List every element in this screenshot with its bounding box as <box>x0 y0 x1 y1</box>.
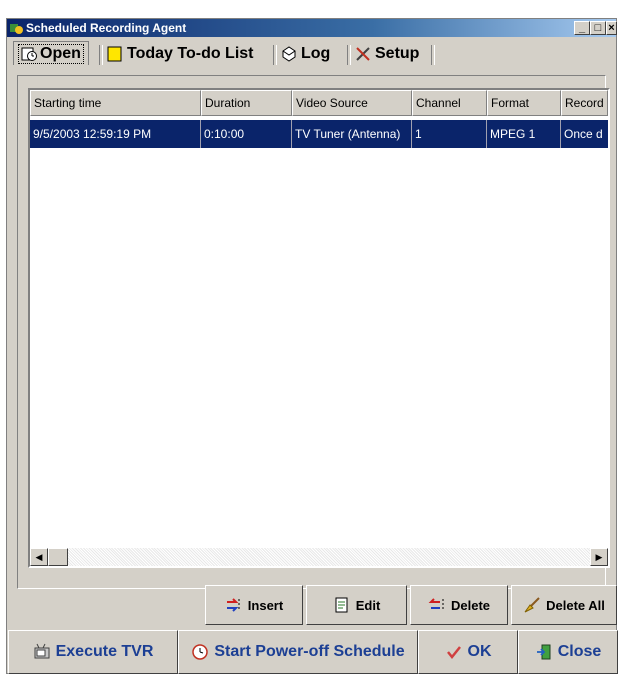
checkmark-icon <box>446 646 461 660</box>
delete-label: Delete <box>450 597 491 613</box>
broom-icon <box>524 597 540 613</box>
cell-format: MPEG 1 <box>487 120 561 148</box>
tab-today-todo-label: Today To-do List <box>127 45 254 62</box>
start-power-off-schedule-label: Start Power-off Schedule <box>214 643 405 660</box>
log-book-icon <box>282 46 296 62</box>
tv-recorder-icon <box>34 643 50 659</box>
title-bar[interactable]: Scheduled Recording Agent _ □ × <box>7 19 617 37</box>
column-record[interactable]: Record <box>561 90 608 116</box>
tab-log[interactable]: Log <box>277 43 334 65</box>
scroll-thumb[interactable] <box>48 548 68 566</box>
edit-icon <box>335 597 348 613</box>
close-button[interactable]: Close <box>518 630 618 674</box>
scroll-right-button[interactable]: ▶ <box>590 548 608 566</box>
tab-strip: Open Today To-do List Log Setup <box>11 39 451 67</box>
tab-open[interactable]: Open <box>13 41 89 65</box>
tab-open-label: Open <box>40 44 81 62</box>
tab-setup-label: Setup <box>375 45 420 62</box>
execute-tvr-button[interactable]: Execute TVR <box>8 630 178 674</box>
cell-channel: 1 <box>412 120 487 148</box>
scroll-left-button[interactable]: ◀ <box>30 548 48 566</box>
column-channel[interactable]: Channel <box>412 90 487 116</box>
edit-button[interactable]: Edit <box>306 585 407 625</box>
column-video-source[interactable]: Video Source <box>292 90 412 116</box>
insert-icon <box>226 598 240 612</box>
window-title: Scheduled Recording Agent <box>26 21 187 35</box>
start-power-off-schedule-button[interactable]: Start Power-off Schedule <box>178 630 418 674</box>
column-starting-time[interactable]: Starting time <box>30 90 201 116</box>
tab-separator <box>431 45 435 65</box>
list-header: Starting time Duration Video Source Chan… <box>30 90 608 116</box>
horizontal-scrollbar[interactable]: ◀ ▶ <box>30 548 608 566</box>
tab-today-todo[interactable]: Today To-do List <box>103 43 258 65</box>
cell-record: Once d <box>564 127 603 141</box>
cell-video-source: TV Tuner (Antenna) <box>292 120 412 148</box>
ok-label: OK <box>467 643 492 660</box>
column-duration[interactable]: Duration <box>201 90 292 116</box>
delete-all-label: Delete All <box>546 597 605 613</box>
exit-door-icon <box>536 644 551 660</box>
tab-log-label: Log <box>301 45 331 62</box>
yellow-note-icon <box>107 46 122 62</box>
insert-button[interactable]: Insert <box>205 585 303 625</box>
clock-calendar-icon <box>21 47 37 61</box>
close-label: Close <box>557 643 602 660</box>
insert-label: Insert <box>247 597 284 613</box>
minimize-button[interactable]: _ <box>574 21 590 35</box>
cell-starting-time: 9/5/2003 12:59:19 PM <box>30 120 201 148</box>
table-row[interactable]: 9/5/2003 12:59:19 PM 0:10:00 TV Tuner (A… <box>30 120 608 148</box>
delete-button[interactable]: Delete <box>410 585 508 625</box>
tools-icon <box>356 47 370 61</box>
ok-button[interactable]: OK <box>418 630 518 674</box>
app-icon <box>10 24 23 34</box>
clock-icon <box>192 644 209 660</box>
delete-all-button[interactable]: Delete All <box>511 585 617 625</box>
column-format[interactable]: Format <box>487 90 561 116</box>
cell-duration: 0:10:00 <box>201 120 292 148</box>
maximize-button[interactable]: □ <box>590 21 606 35</box>
delete-icon <box>428 598 444 611</box>
schedule-list[interactable]: Starting time Duration Video Source Chan… <box>28 88 610 568</box>
edit-label: Edit <box>355 597 381 613</box>
tab-setup[interactable]: Setup <box>351 43 423 65</box>
execute-tvr-label: Execute TVR <box>55 643 154 660</box>
close-window-button[interactable]: × <box>606 21 617 35</box>
